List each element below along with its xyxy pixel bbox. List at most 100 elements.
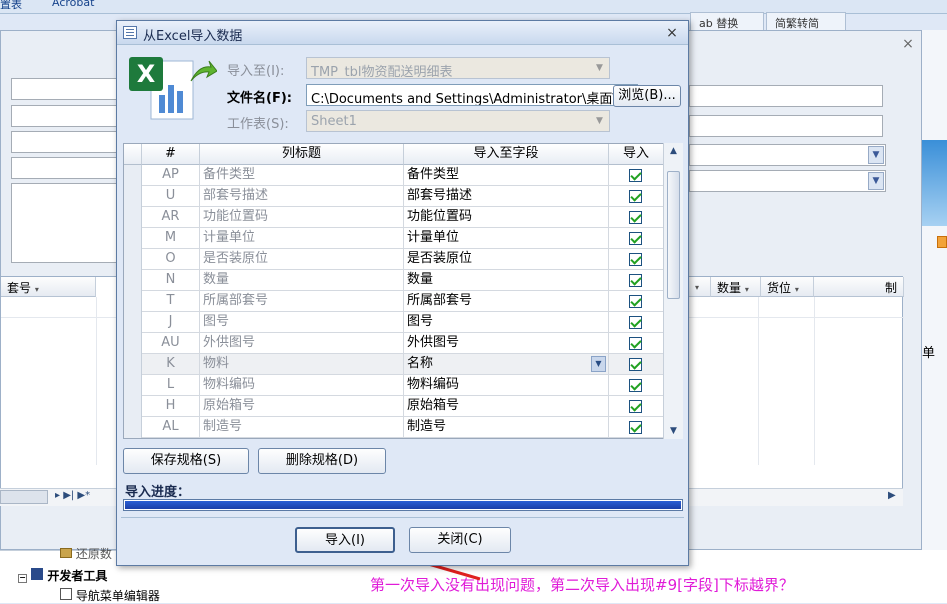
row-selector[interactable] bbox=[124, 417, 142, 438]
bg-text-field[interactable] bbox=[11, 131, 121, 153]
scroll-down-arrow-icon[interactable]: ▼ bbox=[664, 423, 683, 439]
close-button[interactable]: 关闭(C) bbox=[409, 527, 511, 553]
scroll-thumb[interactable] bbox=[667, 171, 680, 299]
dialog-titlebar[interactable]: 从Excel导入数据 × bbox=[117, 21, 688, 45]
dropdown-icon[interactable]: ▾ bbox=[795, 285, 799, 294]
row-selector[interactable] bbox=[124, 186, 142, 207]
row-selector[interactable] bbox=[124, 228, 142, 249]
row-selector[interactable] bbox=[124, 249, 142, 270]
bg-text-field[interactable] bbox=[11, 78, 121, 100]
table-row[interactable]: L 物料编码 物料编码 bbox=[124, 375, 664, 396]
import-checkbox[interactable] bbox=[629, 253, 642, 266]
bg-combo-right[interactable]: ▼ bbox=[689, 170, 886, 192]
import-checkbox[interactable] bbox=[629, 274, 642, 287]
import-checkbox[interactable] bbox=[629, 337, 642, 350]
collapse-minus-icon[interactable]: − bbox=[18, 574, 27, 583]
row-selector[interactable] bbox=[124, 354, 142, 375]
row-selector-header bbox=[124, 144, 142, 165]
cell-field-dropdown[interactable]: 名称 ▼ bbox=[404, 354, 609, 375]
bg-text-field[interactable] bbox=[11, 105, 121, 127]
cell-title: 备件类型 bbox=[200, 165, 404, 186]
scroll-thumb[interactable] bbox=[0, 490, 48, 504]
ribbon-item[interactable]: 置表 bbox=[0, 0, 22, 12]
row-selector[interactable] bbox=[124, 291, 142, 312]
table-row[interactable]: N 数量 数量 bbox=[124, 270, 664, 291]
table-row[interactable]: M 计量单位 计量单位 bbox=[124, 228, 664, 249]
table-row-current[interactable]: K 物料 名称 ▼ bbox=[124, 354, 664, 375]
filename-field[interactable]: C:\Documents and Settings\Administrator\… bbox=[306, 84, 638, 106]
import-button[interactable]: 导入(I) bbox=[295, 527, 395, 553]
import-checkbox[interactable] bbox=[629, 232, 642, 245]
ribbon-item-acrobat[interactable]: Acrobat bbox=[52, 0, 94, 9]
import-checkbox[interactable] bbox=[629, 169, 642, 182]
chevron-down-icon[interactable]: ▼ bbox=[868, 146, 884, 164]
cell-title: 部套号描述 bbox=[200, 186, 404, 207]
cell-field[interactable]: 计量单位 bbox=[404, 228, 609, 249]
grid-header-location[interactable]: 货位 ▾ bbox=[761, 277, 814, 297]
replace-button[interactable]: ab 替换 bbox=[690, 12, 764, 32]
cell-field[interactable]: 备件类型 bbox=[404, 165, 609, 186]
cell-field[interactable]: 所属部套号 bbox=[404, 291, 609, 312]
dropdown-icon[interactable]: ▾ bbox=[35, 285, 39, 294]
cell-field[interactable]: 部套号描述 bbox=[404, 186, 609, 207]
bg-text-field-right[interactable] bbox=[689, 115, 883, 137]
import-checkbox[interactable] bbox=[629, 400, 642, 413]
cell-field[interactable]: 数量 bbox=[404, 270, 609, 291]
grid-header-set-number[interactable]: 套号 ▾ bbox=[1, 277, 96, 297]
import-checkbox[interactable] bbox=[629, 295, 642, 308]
import-checkbox[interactable] bbox=[629, 421, 642, 434]
row-selector[interactable] bbox=[124, 375, 142, 396]
nav-group-developer-tools[interactable]: − 开发者工具 bbox=[18, 567, 107, 584]
bg-memo-field[interactable] bbox=[11, 183, 121, 263]
cell-field[interactable]: 物料编码 bbox=[404, 375, 609, 396]
save-spec-button[interactable]: 保存规格(S) bbox=[123, 448, 249, 474]
bg-text-field[interactable] bbox=[11, 157, 121, 179]
row-selector[interactable] bbox=[124, 396, 142, 417]
cell-field[interactable]: 制造号 bbox=[404, 417, 609, 438]
close-icon[interactable]: × bbox=[663, 24, 681, 42]
table-row[interactable]: H 原始箱号 原始箱号 bbox=[124, 396, 664, 417]
table-row[interactable]: O 是否装原位 是否装原位 bbox=[124, 249, 664, 270]
row-selector[interactable] bbox=[124, 165, 142, 186]
scroll-up-arrow-icon[interactable]: ▲ bbox=[664, 143, 683, 159]
bg-window-close-icon[interactable]: × bbox=[900, 36, 916, 52]
table-row[interactable]: AP 备件类型 备件类型 bbox=[124, 165, 664, 186]
cell-field[interactable]: 外供图号 bbox=[404, 333, 609, 354]
table-row[interactable]: AR 功能位置码 功能位置码 bbox=[124, 207, 664, 228]
grid-header-partial[interactable]: ▾ bbox=[689, 277, 711, 297]
import-checkbox[interactable] bbox=[629, 379, 642, 392]
scroll-right-arrow-icon[interactable]: ▶ bbox=[888, 490, 896, 501]
nav-item-restore[interactable]: 还原数 bbox=[60, 545, 112, 562]
browse-button[interactable]: 浏览(B)... bbox=[613, 85, 681, 107]
bg-combo-right[interactable]: ▼ bbox=[689, 144, 886, 166]
cell-field[interactable]: 原始箱号 bbox=[404, 396, 609, 417]
row-selector[interactable] bbox=[124, 270, 142, 291]
row-selector[interactable] bbox=[124, 333, 142, 354]
cell-field[interactable]: 是否装原位 bbox=[404, 249, 609, 270]
delete-spec-button[interactable]: 删除规格(D) bbox=[258, 448, 386, 474]
table-row[interactable]: AL 制造号 制造号 bbox=[124, 417, 664, 438]
table-vertical-scrollbar[interactable]: ▲ ▼ bbox=[663, 143, 683, 439]
import-checkbox[interactable] bbox=[629, 190, 642, 203]
nav-item-menu-editor[interactable]: 导航菜单编辑器 bbox=[60, 587, 160, 604]
dropdown-icon[interactable]: ▾ bbox=[745, 285, 749, 294]
grid-header-manufacture[interactable]: 制 bbox=[814, 277, 904, 297]
cell-field[interactable]: 图号 bbox=[404, 312, 609, 333]
import-checkbox[interactable] bbox=[629, 316, 642, 329]
import-checkbox[interactable] bbox=[629, 211, 642, 224]
record-nav-icons[interactable]: ▸ ▶| ▶* bbox=[55, 490, 90, 501]
table-row[interactable]: J 图号 图号 bbox=[124, 312, 664, 333]
traditional-simplified-button[interactable]: 简繁转简 bbox=[766, 12, 846, 32]
chevron-down-icon[interactable]: ▼ bbox=[868, 172, 884, 190]
table-row[interactable]: AU 外供图号 外供图号 bbox=[124, 333, 664, 354]
table-row[interactable]: T 所属部套号 所属部套号 bbox=[124, 291, 664, 312]
dropdown-icon[interactable]: ▾ bbox=[695, 283, 699, 292]
table-row[interactable]: U 部套号描述 部套号描述 bbox=[124, 186, 664, 207]
import-checkbox[interactable] bbox=[629, 358, 642, 371]
row-selector[interactable] bbox=[124, 312, 142, 333]
row-selector[interactable] bbox=[124, 207, 142, 228]
chevron-down-icon[interactable]: ▼ bbox=[591, 356, 606, 372]
cell-field[interactable]: 功能位置码 bbox=[404, 207, 609, 228]
bg-text-field-right[interactable] bbox=[689, 85, 883, 107]
grid-header-quantity[interactable]: 数量 ▾ bbox=[711, 277, 761, 297]
